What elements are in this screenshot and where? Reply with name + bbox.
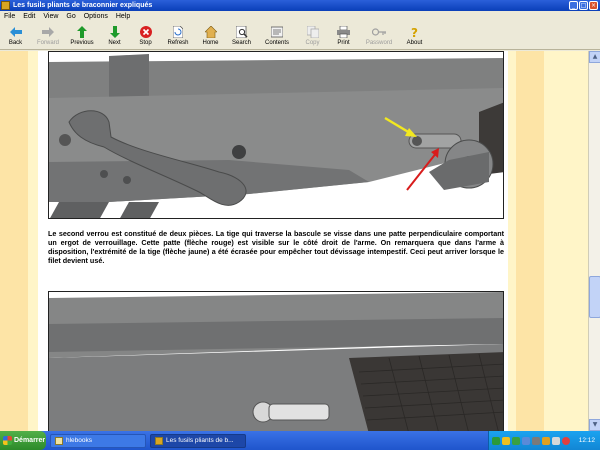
- bluetooth-icon[interactable]: [542, 436, 550, 445]
- contents-label: Contents: [264, 40, 289, 46]
- contents-icon: [270, 25, 284, 39]
- menu-file[interactable]: File: [0, 13, 19, 20]
- gun-bolt-photo: [48, 51, 504, 219]
- scroll-thumb[interactable]: [589, 276, 600, 318]
- about-label: About: [406, 40, 423, 46]
- down-arrow-icon: [108, 25, 122, 39]
- home-icon: [204, 25, 218, 39]
- start-button[interactable]: Démarrer: [0, 431, 46, 450]
- taskbar-item-hlebooks[interactable]: hlebooks: [50, 433, 146, 448]
- browser-window: Les fusils pliants de braconnier expliqu…: [0, 0, 600, 431]
- toolbar: Back Forward Previous Next Stop Refresh …: [0, 23, 600, 50]
- question-icon: ?: [408, 25, 422, 39]
- windows-logo-icon: [3, 436, 12, 445]
- taskbar-item-label: Les fusils pliants de b...: [166, 437, 234, 444]
- back-label: Back: [8, 40, 23, 46]
- display-icon[interactable]: [522, 436, 530, 445]
- next-label: Next: [108, 40, 121, 46]
- close-button[interactable]: ×: [589, 1, 598, 10]
- clock: 12:12: [578, 437, 595, 444]
- menu-help[interactable]: Help: [112, 13, 134, 20]
- password-label: Password: [365, 40, 393, 46]
- forward-button[interactable]: Forward: [31, 23, 65, 49]
- stop-icon: [139, 25, 153, 39]
- minimize-button[interactable]: _: [569, 1, 578, 10]
- home-label: Home: [202, 40, 219, 46]
- stop-label: Stop: [139, 40, 152, 46]
- security-icon[interactable]: [562, 436, 570, 445]
- key-icon: [372, 25, 386, 39]
- right-margin-stripe: [516, 51, 544, 431]
- menu-bar: File Edit View Go Options Help: [0, 11, 600, 22]
- menu-edit[interactable]: Edit: [19, 13, 39, 20]
- volume-icon[interactable]: [552, 436, 560, 445]
- menu-view[interactable]: View: [39, 13, 62, 20]
- refresh-button[interactable]: Refresh: [161, 23, 195, 49]
- about-button[interactable]: ? About: [399, 23, 430, 49]
- title-bar[interactable]: Les fusils pliants de braconnier expliqu…: [0, 0, 600, 11]
- taskbar-item-label: hlebooks: [66, 437, 93, 444]
- refresh-icon: [171, 25, 185, 39]
- up-arrow-icon: [75, 25, 89, 39]
- alert-icon[interactable]: [502, 436, 510, 445]
- search-icon: [235, 25, 249, 39]
- svg-text:?: ?: [411, 26, 418, 38]
- monitor-icon[interactable]: [532, 436, 540, 445]
- window-title: Les fusils pliants de braconnier expliqu…: [13, 2, 153, 9]
- page-content: Le second verrou est constitué de deux p…: [38, 51, 508, 431]
- photo-caption: Le second verrou est constitué de deux p…: [48, 229, 504, 265]
- copy-button[interactable]: Copy: [297, 23, 328, 49]
- back-button[interactable]: Back: [0, 23, 31, 49]
- previous-button[interactable]: Previous: [65, 23, 99, 49]
- taskbar: Démarrer hlebooks Les fusils pliants de …: [0, 431, 600, 450]
- scroll-down-button[interactable]: ▼: [589, 419, 600, 431]
- print-label: Print: [337, 40, 350, 46]
- page-viewport[interactable]: Le second verrou est constitué de deux p…: [0, 51, 588, 431]
- maximize-button[interactable]: □: [579, 1, 588, 10]
- taskbar-item-browser[interactable]: Les fusils pliants de b...: [150, 433, 246, 448]
- search-button[interactable]: Search: [226, 23, 257, 49]
- network-icon[interactable]: [492, 436, 500, 445]
- document-icon: [155, 436, 163, 445]
- app-icon: [1, 1, 10, 10]
- forward-label: Forward: [36, 40, 59, 46]
- scroll-up-button[interactable]: ▲: [589, 51, 600, 63]
- copy-icon: [306, 25, 320, 39]
- refresh-label: Refresh: [167, 40, 189, 46]
- search-label: Search: [231, 40, 251, 46]
- left-margin-stripe: [0, 51, 28, 431]
- password-button[interactable]: Password: [359, 23, 399, 49]
- menu-options[interactable]: Options: [80, 13, 112, 20]
- print-button[interactable]: Print: [328, 23, 359, 49]
- stop-button[interactable]: Stop: [130, 23, 161, 49]
- next-button[interactable]: Next: [99, 23, 130, 49]
- previous-label: Previous: [70, 40, 94, 46]
- start-label: Démarrer: [14, 437, 46, 444]
- menu-go[interactable]: Go: [62, 13, 79, 20]
- forward-arrow-icon: [41, 25, 55, 39]
- back-arrow-icon: [9, 25, 23, 39]
- vertical-scrollbar[interactable]: ▲ ▼: [588, 51, 600, 431]
- contents-button[interactable]: Contents: [257, 23, 297, 49]
- printer-icon: [337, 25, 351, 39]
- home-button[interactable]: Home: [195, 23, 226, 49]
- folder-icon: [55, 436, 63, 445]
- system-tray: 12:12: [488, 431, 600, 450]
- gun-receiver-photo: [48, 291, 504, 431]
- copy-label: Copy: [305, 40, 320, 46]
- shield-icon[interactable]: [512, 436, 520, 445]
